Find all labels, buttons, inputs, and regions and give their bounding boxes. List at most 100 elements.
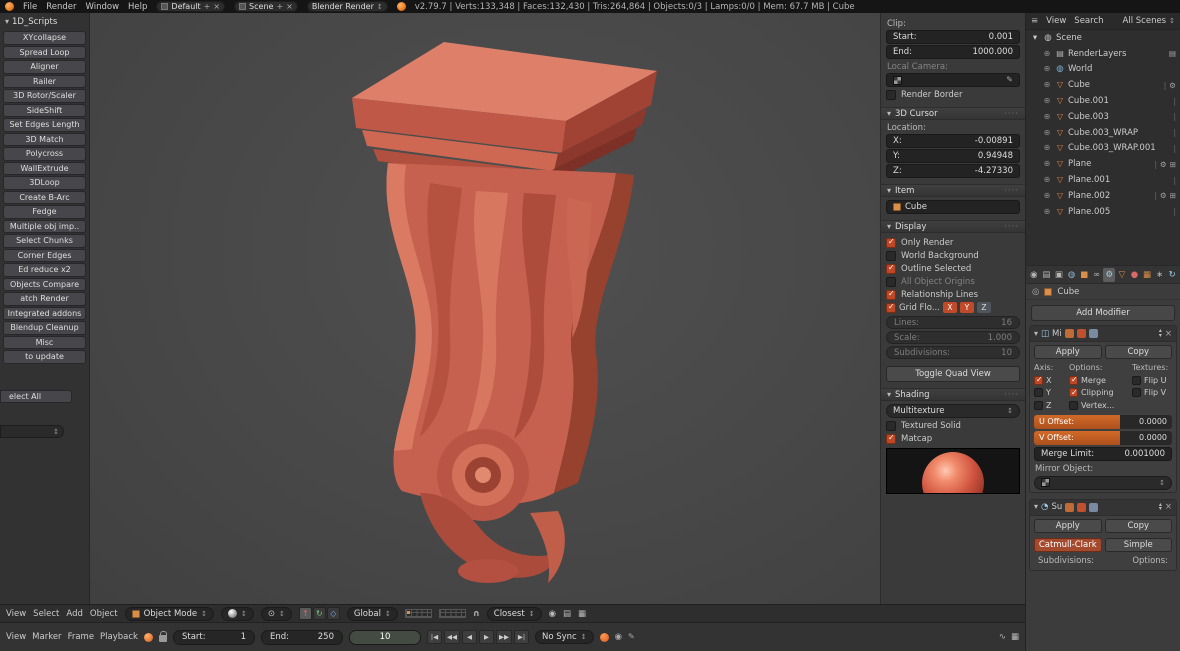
render-border-checkbox[interactable]: Render Border [886,88,1020,101]
mirror-option-checkbox[interactable]: Clipping [1069,387,1130,400]
disclosure-icon[interactable] [1042,159,1052,169]
menubar-item[interactable]: Help [128,2,147,12]
translate-manipulator-icon[interactable]: ↑ [299,607,312,620]
disabled-slider-field[interactable]: Scale: 1.000 [886,331,1020,344]
delete-modifier-icon[interactable] [1165,329,1172,339]
jump-to-start-button[interactable] [427,630,442,644]
toolshelf-button[interactable]: Objects Compare [3,278,86,292]
display-checkbox[interactable]: Only Render [886,236,1020,249]
toolshelf-button[interactable]: Aligner [3,60,86,74]
display-checkbox[interactable]: Outline Selected [886,262,1020,275]
outliner-item-label[interactable]: Cube.003_WRAP.001 [1068,143,1156,153]
outliner-item-label[interactable]: Plane [1068,159,1091,169]
outliner-row[interactable]: Plane.001 [1026,172,1180,188]
outliner-row[interactable]: Cube.001 [1026,93,1180,109]
current-frame-field[interactable]: 10 [349,630,421,645]
disabled-slider-field[interactable]: Lines: 16 [886,316,1020,329]
properties-tab[interactable] [1103,268,1115,282]
frame-end-field[interactable]: End: 250 [261,630,343,645]
shading-mode-dropdown[interactable]: Multitexture [886,404,1020,418]
outliner-row[interactable]: World [1026,62,1180,78]
disclosure-icon[interactable] [1042,80,1052,90]
pin-icon[interactable] [1032,287,1039,297]
viewport-menu-item[interactable]: View [6,609,26,619]
toolshelf-button[interactable]: Multiple obj imp.. [3,220,86,234]
outliner-item-label[interactable]: World [1068,64,1092,74]
cursor-coord-field[interactable]: Z: -4.27330 [886,164,1020,178]
screen-layout-selector[interactable]: Default [156,1,225,12]
properties-tab[interactable] [1066,268,1078,282]
grid-floor-checkbox[interactable]: Grid Flo... XYZ [886,301,1020,314]
section-3d-cursor[interactable]: 3D Cursor [881,107,1025,120]
select-all-button[interactable]: elect All [0,390,72,404]
mirror-modifier-header[interactable]: Mi ▴▾ [1030,326,1176,342]
section-display[interactable]: Display [881,220,1025,233]
properties-tab[interactable] [1129,268,1141,282]
mode-dropdown[interactable]: Object Mode [125,607,214,621]
outliner-item-label[interactable]: Cube.003_WRAP [1068,128,1138,138]
display-checkbox[interactable]: Relationship Lines [886,288,1020,301]
timeline-menu-item[interactable]: Playback [100,632,138,642]
disclosure-icon[interactable] [1030,33,1040,43]
outliner-row[interactable]: Cube.003_WRAP [1026,125,1180,141]
toolshelf-button[interactable]: Railer [3,75,86,89]
item-name-field[interactable]: Cube [886,200,1020,214]
render-result-icon[interactable] [1169,49,1176,58]
toolshelf-button[interactable]: Create B-Arc [3,191,86,205]
offset-field[interactable]: U Offset: 0.0000 [1034,415,1172,429]
blender-logo-icon[interactable] [5,2,14,11]
close-layout-icon[interactable] [213,2,220,11]
toolshelf-button[interactable]: Fedge [3,205,86,219]
toolshelf-button[interactable]: atch Render [3,292,86,306]
add-scene-icon[interactable] [276,2,283,11]
toolshelf-button[interactable]: Blendup Cleanup [3,321,86,335]
snap-element-dropdown[interactable]: Closest [487,607,542,621]
copy-button[interactable]: Copy [1105,519,1173,533]
editmode-toggle-icon[interactable] [1089,329,1098,338]
toolshelf-button[interactable]: Ed reduce x2 [3,263,86,277]
clip-start-field[interactable]: Start: 0.001 [886,30,1020,44]
edit-icon[interactable] [1006,75,1013,85]
disclosure-icon[interactable] [1042,112,1052,122]
toolshelf-button[interactable]: Select Chunks [3,234,86,248]
corbel-model[interactable] [90,13,880,604]
menubar-item[interactable]: Render [46,2,76,12]
properties-tab[interactable] [1053,268,1065,282]
outliner-row[interactable]: Cube [1026,77,1180,93]
frame-start-field[interactable]: Start: 1 [173,630,255,645]
toolshelf-button[interactable]: Polycross [3,147,86,161]
viewport-menu-item[interactable]: Add [66,609,82,619]
grid-axis-toggle[interactable]: Z [977,302,991,313]
disclosure-icon[interactable] [1042,64,1052,74]
mirror-object-dropdown[interactable] [1034,476,1172,490]
matcap-preview[interactable] [886,448,1020,494]
outliner-item-label[interactable]: Plane.005 [1068,207,1110,217]
shading-checkbox[interactable]: Textured Solid [886,419,1020,432]
display-checkbox[interactable]: World Background [886,249,1020,262]
mirror-texture-checkbox[interactable]: Flip V [1132,387,1172,400]
wrench-icon[interactable] [1169,81,1176,90]
viewport-menu-item[interactable]: Select [33,609,59,619]
delete-modifier-icon[interactable] [1165,502,1172,512]
wrench-icon[interactable] [1160,160,1167,169]
merge-limit-field[interactable]: Merge Limit: 0.001000 [1034,447,1172,461]
toolshelf-button[interactable]: Integrated addons [3,307,86,321]
outliner-item-label[interactable]: Plane.002 [1068,191,1110,201]
rotate-manipulator-icon[interactable]: ↻ [313,607,326,620]
offset-field[interactable]: V Offset: 0.0000 [1034,431,1172,445]
subdivision-type-button[interactable]: Simple [1105,538,1173,552]
autokey-record-icon[interactable] [144,633,153,642]
outliner-row[interactable]: RenderLayers [1026,46,1180,62]
outliner-row[interactable]: Plane [1026,156,1180,172]
properties-tab[interactable] [1041,268,1053,282]
outliner-row[interactable]: Plane.005 [1026,204,1180,220]
toolshelf-dropdown[interactable] [0,425,64,438]
disclosure-icon[interactable] [1042,207,1052,217]
play-button[interactable] [479,630,494,644]
menubar-item[interactable]: File [23,2,37,12]
outliner-filter-value[interactable]: All Scenes [1123,16,1167,26]
opengl-render-anim-icon[interactable] [563,609,571,619]
properties-tab[interactable] [1141,268,1153,282]
toolshelf-button[interactable]: Set Edges Length [3,118,86,132]
viewport-toggle-icon[interactable] [1077,329,1086,338]
